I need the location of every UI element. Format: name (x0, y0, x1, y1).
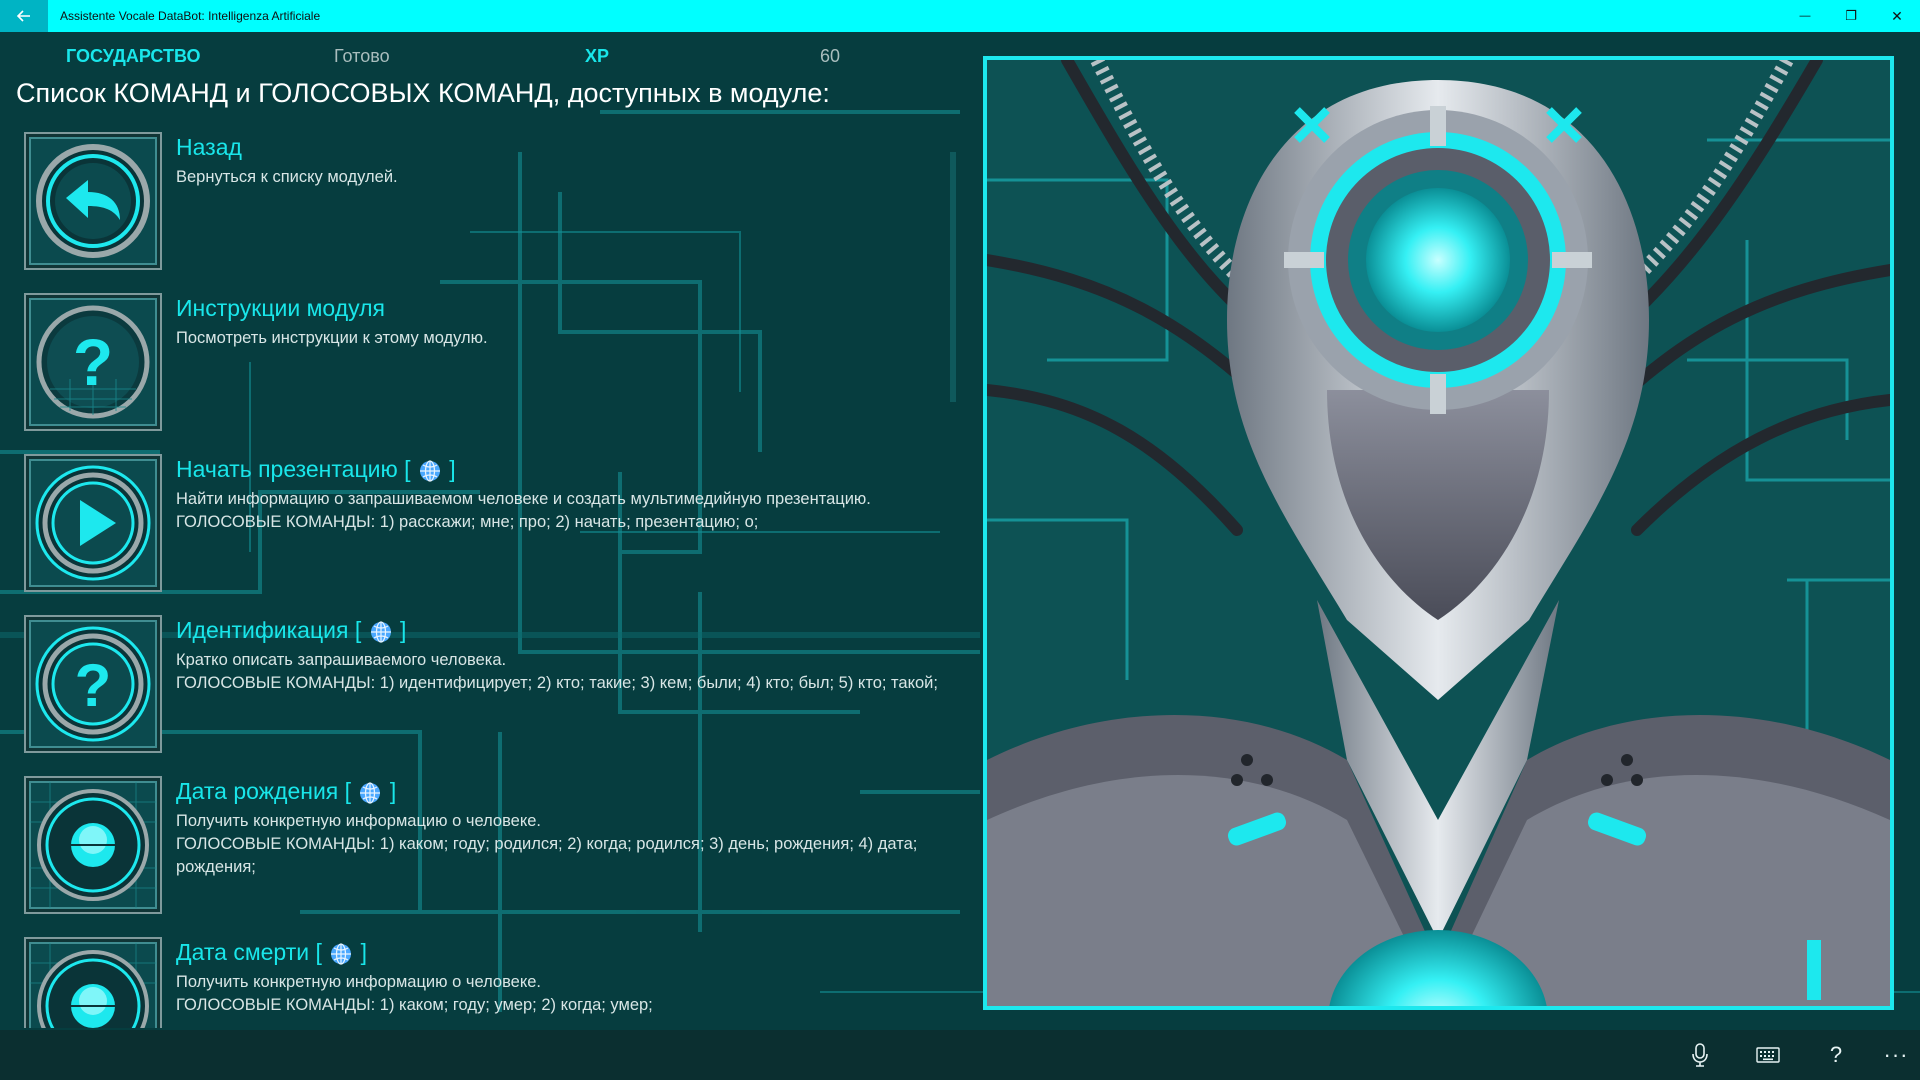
svg-text:?: ? (75, 652, 112, 719)
command-item[interactable]: Начать презентацию [ ] Найти информацию … (24, 454, 954, 594)
microphone-button[interactable] (1680, 1038, 1720, 1072)
command-desc-text: Найти информацию о запрашиваемом человек… (176, 490, 871, 508)
command-item[interactable]: Назад Вернуться к списку модулей. (24, 132, 954, 272)
back-arrow-icon (36, 144, 150, 258)
title-bar: Assistente Vocale DataBot: Intelligenza … (0, 0, 1920, 32)
globe-icon (331, 943, 352, 965)
command-instructions-tile[interactable]: ? (24, 293, 162, 431)
orb-icon (30, 943, 156, 1028)
command-voice-text: ГОЛОСОВЫЕ КОМАНДЫ: 1) расскажи; мне; про… (176, 513, 759, 531)
command-description: Вернуться к списку модулей. (176, 166, 954, 189)
xp-value: 60 (820, 46, 841, 66)
globe-icon (419, 460, 440, 482)
command-description: Кратко описать запрашиваемого человека. … (176, 649, 954, 695)
command-desc-text: Вернуться к списку модулей. (176, 168, 398, 186)
command-title-text: Идентификация [ (176, 617, 362, 643)
command-title: Инструкции модуля (176, 295, 386, 321)
close-button[interactable]: ✕ (1874, 0, 1920, 32)
command-identification-tile[interactable]: ? (24, 615, 162, 753)
command-title-end: ] (360, 939, 368, 965)
command-voice-text: ГОЛОСОВЫЕ КОМАНДЫ: 1) каком; году; родил… (176, 835, 918, 876)
command-birthdate-tile[interactable] (24, 776, 162, 914)
command-desc-text: Кратко описать запрашиваемого человека. (176, 651, 507, 669)
play-icon (35, 465, 151, 581)
arrow-left-icon (16, 10, 30, 22)
page-title: Список КОМАНД и ГОЛОСОВЫХ КОМАНД, доступ… (16, 78, 830, 108)
command-title: Начать презентацию [ ] (176, 456, 456, 483)
command-title-text: Дата рождения [ (176, 778, 352, 804)
command-title: Назад (176, 134, 242, 160)
globe-icon (370, 621, 391, 643)
command-title: Идентификация [ ] (176, 617, 406, 644)
command-presentation-tile[interactable] (24, 454, 162, 592)
command-title: Дата рождения [ ] (176, 778, 396, 805)
command-description: Получить конкретную информацию о человек… (176, 810, 954, 879)
robot-illustration (987, 60, 1890, 1006)
command-title-text: Начать презентацию [ (176, 456, 411, 482)
microphone-icon (1692, 1043, 1708, 1067)
command-voice-text: ГОЛОСОВЫЕ КОМАНДЫ: 1) идентифицирует; 2)… (176, 674, 938, 692)
globe-icon (360, 782, 381, 804)
minimize-button[interactable]: — (1782, 0, 1828, 32)
help-button[interactable]: ? (1816, 1038, 1856, 1072)
window-title: Assistente Vocale DataBot: Intelligenza … (60, 9, 321, 23)
command-list[interactable]: Назад Вернуться к списку модулей. ? Инст… (24, 132, 954, 1028)
command-title: Дата смерти [ ] (176, 939, 367, 966)
command-description: Найти информацию о запрашиваемом человек… (176, 488, 954, 534)
command-item[interactable]: Дата рождения [ ] Получить конкретную ин… (24, 776, 954, 916)
command-description: Получить конкретную информацию о человек… (176, 971, 954, 1017)
command-back-tile[interactable] (24, 132, 162, 270)
command-desc-text: Посмотреть инструкции к этому модулю. (176, 329, 488, 347)
robot-illustration-panel (983, 56, 1894, 1010)
xp-label: XP (585, 46, 610, 66)
command-deathdate-tile[interactable] (24, 937, 162, 1028)
back-button[interactable] (0, 0, 48, 32)
state-value: Готово (334, 46, 390, 66)
command-item[interactable]: ? Идентификация [ ] Кратко описать запра… (24, 615, 954, 755)
command-title-end: ] (400, 617, 407, 643)
command-bar: ? ··· (0, 1030, 1920, 1080)
orb-icon (30, 782, 156, 908)
command-desc-text: Получить конкретную информацию о человек… (176, 812, 541, 830)
status-bar: ГОСУДАРСТВО Готово XP 60 (0, 46, 900, 70)
keyboard-icon (1756, 1047, 1780, 1063)
command-title-end: ] (449, 456, 456, 482)
command-desc-text: Получить конкретную информацию о человек… (176, 973, 541, 991)
command-description: Посмотреть инструкции к этому модулю. (176, 327, 954, 350)
question-icon: ? (35, 626, 151, 742)
state-label: ГОСУДАРСТВО (66, 46, 201, 66)
keyboard-button[interactable] (1748, 1038, 1788, 1072)
question-icon: ? (36, 305, 150, 419)
command-item[interactable]: ? Инструкции модуля Посмотреть инструкци… (24, 293, 954, 433)
maximize-button[interactable]: ❐ (1828, 0, 1874, 32)
svg-text:?: ? (73, 325, 113, 399)
command-item[interactable]: Дата смерти [ ] Получить конкретную инфо… (24, 937, 954, 1028)
more-options-button[interactable]: ··· (1876, 1038, 1916, 1072)
command-title-text: Дата смерти [ (176, 939, 322, 965)
command-voice-text: ГОЛОСОВЫЕ КОМАНДЫ: 1) каком; году; умер;… (176, 996, 653, 1014)
command-title-end: ] (389, 778, 397, 804)
